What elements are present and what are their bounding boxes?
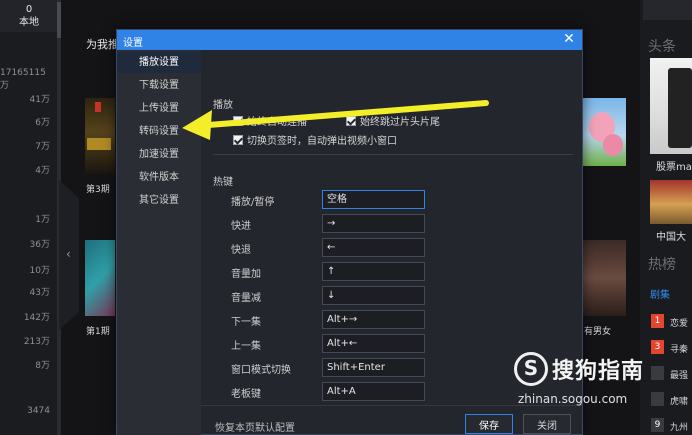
tab-series[interactable]: 剧集 bbox=[650, 286, 670, 301]
rail-count: 43万 bbox=[29, 288, 50, 298]
checkbox-checked-icon[interactable] bbox=[346, 116, 356, 126]
hotkey-input[interactable]: Alt+→ bbox=[322, 310, 425, 329]
rail-count: 213万 bbox=[23, 337, 50, 347]
rail-count: 1万 bbox=[35, 215, 50, 225]
close-button[interactable]: 关闭 bbox=[523, 414, 571, 434]
sidebar-item-5[interactable]: 加速设置 bbox=[117, 144, 201, 165]
hotkey-input[interactable]: ← bbox=[322, 238, 425, 257]
video-caption-4[interactable]: 有男女 bbox=[584, 324, 611, 337]
sidebar-item-7[interactable]: 其它设置 bbox=[117, 190, 201, 211]
hotkey-input[interactable]: Alt+A bbox=[322, 382, 425, 401]
rank-badge: 1 bbox=[651, 314, 664, 328]
video-thumbnail-4[interactable] bbox=[581, 240, 626, 316]
video-caption-2[interactable]: 第1期 bbox=[86, 324, 110, 337]
rail-count: 3474 bbox=[27, 406, 50, 416]
rail-scrollbar-thumb[interactable] bbox=[57, 2, 61, 38]
thumbnail-art bbox=[603, 134, 623, 156]
hotkey-input[interactable]: ↑ bbox=[322, 262, 425, 281]
left-rail: 0 本地 17165115万 41万 6万 7万 4万 1万 36万 10万 43万 142万 21… bbox=[0, 0, 58, 435]
section-divider bbox=[213, 154, 573, 155]
mini-window-checkbox[interactable]: 切换页签时，自动弹出视频小窗口 bbox=[233, 132, 397, 147]
hotkey-label: 窗口模式切换 bbox=[231, 365, 291, 376]
hotkey-input[interactable]: Shift+Enter bbox=[322, 358, 425, 377]
hot-list-heading: 热榜 bbox=[648, 257, 676, 273]
rail-count: 8万 bbox=[35, 361, 50, 371]
hotkey-input[interactable]: ↓ bbox=[322, 286, 425, 305]
rail-count: 41万 bbox=[29, 95, 50, 105]
watermark-url: zhinan.sogou.com bbox=[518, 392, 628, 406]
hotkey-label: 快退 bbox=[231, 245, 251, 256]
hotkey-label: 老板键 bbox=[231, 389, 261, 400]
sidebar-item-6[interactable]: 软件版本 bbox=[117, 167, 201, 188]
thumbnail-art bbox=[95, 102, 101, 112]
chevron-left-icon[interactable]: ‹ bbox=[66, 247, 71, 261]
sogou-logo-icon: S bbox=[514, 352, 548, 386]
rail-count: 17165115万 bbox=[0, 68, 46, 91]
hotkeys-section-title: 热键 bbox=[213, 177, 233, 188]
rail-count: 4万 bbox=[35, 166, 50, 176]
close-icon[interactable]: ✕ bbox=[562, 31, 576, 47]
thumbnail-art bbox=[668, 68, 692, 148]
hotkey-label: 快进 bbox=[231, 221, 251, 232]
auto-continuous-label: 始终自动连播 bbox=[247, 117, 307, 128]
checkbox-checked-icon[interactable] bbox=[233, 116, 243, 126]
headline-image-2[interactable] bbox=[650, 180, 692, 224]
hotkey-input[interactable]: 空格 bbox=[322, 190, 425, 209]
hotkey-label: 下一集 bbox=[231, 317, 261, 328]
hotkey-label: 上一集 bbox=[231, 341, 261, 352]
rank-item-title[interactable]: 九州 bbox=[670, 420, 688, 433]
rail-count: 36万 bbox=[29, 240, 50, 250]
sidebar-item-1[interactable]: 播放设置 bbox=[117, 52, 201, 73]
video-thumbnail-3[interactable] bbox=[581, 98, 626, 166]
dialog-titlebar[interactable]: 设置 ✕ bbox=[117, 30, 582, 50]
app-window: 0 本地 17165115万 41万 6万 7万 4万 1万 36万 10万 43万 142万 21… bbox=[0, 0, 692, 435]
watermark-text: 搜狗指南 bbox=[552, 359, 645, 384]
headline-caption-1[interactable]: 股票ma bbox=[656, 158, 692, 173]
hotkey-input[interactable]: → bbox=[322, 214, 425, 233]
settings-content: 播放 始终自动连播 始终跳过片头片尾 切换页签时，自动弹出视频小窗口 热键 播放… bbox=[201, 50, 582, 401]
sidebar-item-4[interactable]: 转码设置 bbox=[117, 121, 201, 142]
sogou-watermark: S 搜狗指南 zhinan.sogou.com bbox=[512, 352, 692, 412]
checkbox-checked-icon[interactable] bbox=[233, 135, 243, 145]
rail-count: 7万 bbox=[35, 142, 50, 152]
sidebar-item-2[interactable]: 下载设置 bbox=[117, 75, 201, 96]
headline-caption-2[interactable]: 中国大 bbox=[656, 228, 686, 243]
local-tab[interactable]: 0 本地 bbox=[0, 0, 58, 32]
hotkey-label: 播放/暂停 bbox=[231, 197, 275, 208]
headline-image-1[interactable] bbox=[650, 58, 692, 154]
video-thumbnail-2[interactable] bbox=[85, 240, 115, 316]
video-thumbnail-1[interactable] bbox=[85, 98, 115, 174]
recommend-heading: 为我推荐 bbox=[86, 38, 116, 51]
skip-intro-outro-label: 始终跳过片头片尾 bbox=[360, 117, 440, 128]
restore-default-link[interactable]: 恢复本页默认配置 bbox=[215, 419, 295, 434]
rail-count: 142万 bbox=[23, 313, 50, 323]
video-caption-1[interactable]: 第3期 bbox=[86, 182, 110, 195]
save-button[interactable]: 保存 bbox=[465, 414, 513, 434]
playback-section-title: 播放 bbox=[213, 100, 233, 111]
hotkey-label: 音量减 bbox=[231, 293, 261, 304]
mini-window-label: 切换页签时，自动弹出视频小窗口 bbox=[247, 136, 397, 147]
dialog-title: 设置 bbox=[123, 38, 143, 49]
hotkey-input[interactable]: Alt+← bbox=[322, 334, 425, 353]
auto-continuous-checkbox[interactable]: 始终自动连播 bbox=[233, 113, 307, 128]
headline-heading: 头条 bbox=[648, 39, 676, 55]
right-top-button[interactable] bbox=[643, 0, 692, 20]
settings-sidebar: 播放设置 下载设置 上传设置 转码设置 加速设置 软件版本 其它设置 bbox=[117, 50, 201, 435]
local-count: 0 bbox=[25, 4, 33, 15]
rail-count: 6万 bbox=[35, 118, 50, 128]
thumbnail-art bbox=[87, 138, 111, 150]
sidebar-item-3[interactable]: 上传设置 bbox=[117, 98, 201, 119]
skip-intro-outro-checkbox[interactable]: 始终跳过片头片尾 bbox=[346, 113, 440, 128]
rank-badge: 9 bbox=[651, 418, 664, 432]
local-label: 本地 bbox=[19, 17, 39, 28]
rail-count: 10万 bbox=[29, 266, 50, 276]
hotkey-label: 音量加 bbox=[231, 269, 261, 280]
rank-item-title[interactable]: 恋爱 bbox=[670, 316, 688, 329]
